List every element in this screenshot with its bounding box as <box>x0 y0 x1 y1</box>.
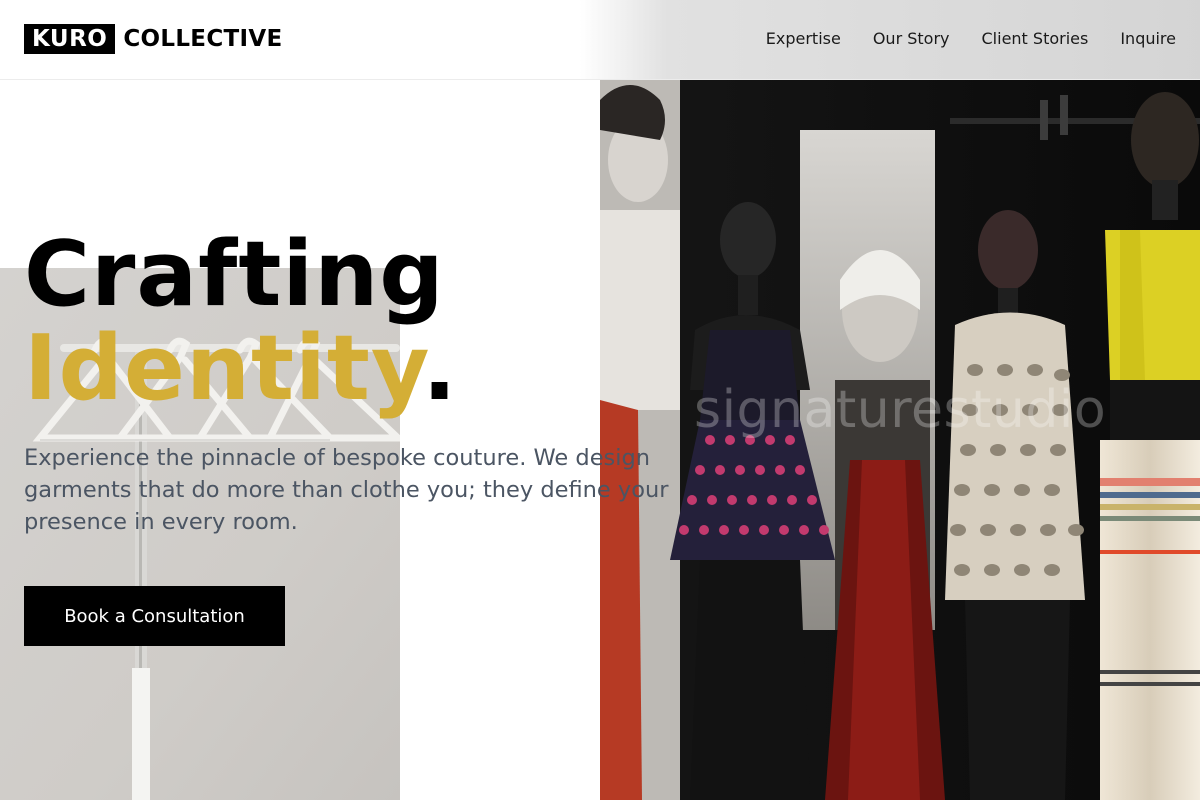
nav-link-inquire[interactable]: Inquire <box>1120 27 1176 51</box>
watermark-text: signaturestudio <box>694 380 1107 440</box>
hero-headline: Crafting Identity. <box>24 228 724 416</box>
nav-link-expertise[interactable]: Expertise <box>766 27 841 51</box>
headline-line-1: Crafting <box>24 222 445 327</box>
book-consultation-button[interactable]: Book a Consultation <box>24 586 285 646</box>
headline-period: . <box>422 316 458 421</box>
site-header: KURO COLLECTIVE Expertise Our Story Clie… <box>0 0 1200 80</box>
hero-section: Crafting Identity. Experience the pinnac… <box>24 228 724 538</box>
headline-line-2: Identity <box>24 316 423 421</box>
brand-logo[interactable]: KURO COLLECTIVE <box>24 24 282 54</box>
logo-wordmark: COLLECTIVE <box>123 26 283 52</box>
nav-link-our-story[interactable]: Our Story <box>873 27 950 51</box>
nav-link-client-stories[interactable]: Client Stories <box>982 27 1089 51</box>
logo-mark: KURO <box>24 24 116 54</box>
hero-description: Experience the pinnacle of bespoke coutu… <box>24 445 669 535</box>
main-nav: Expertise Our Story Client Stories Inqui… <box>766 27 1176 51</box>
